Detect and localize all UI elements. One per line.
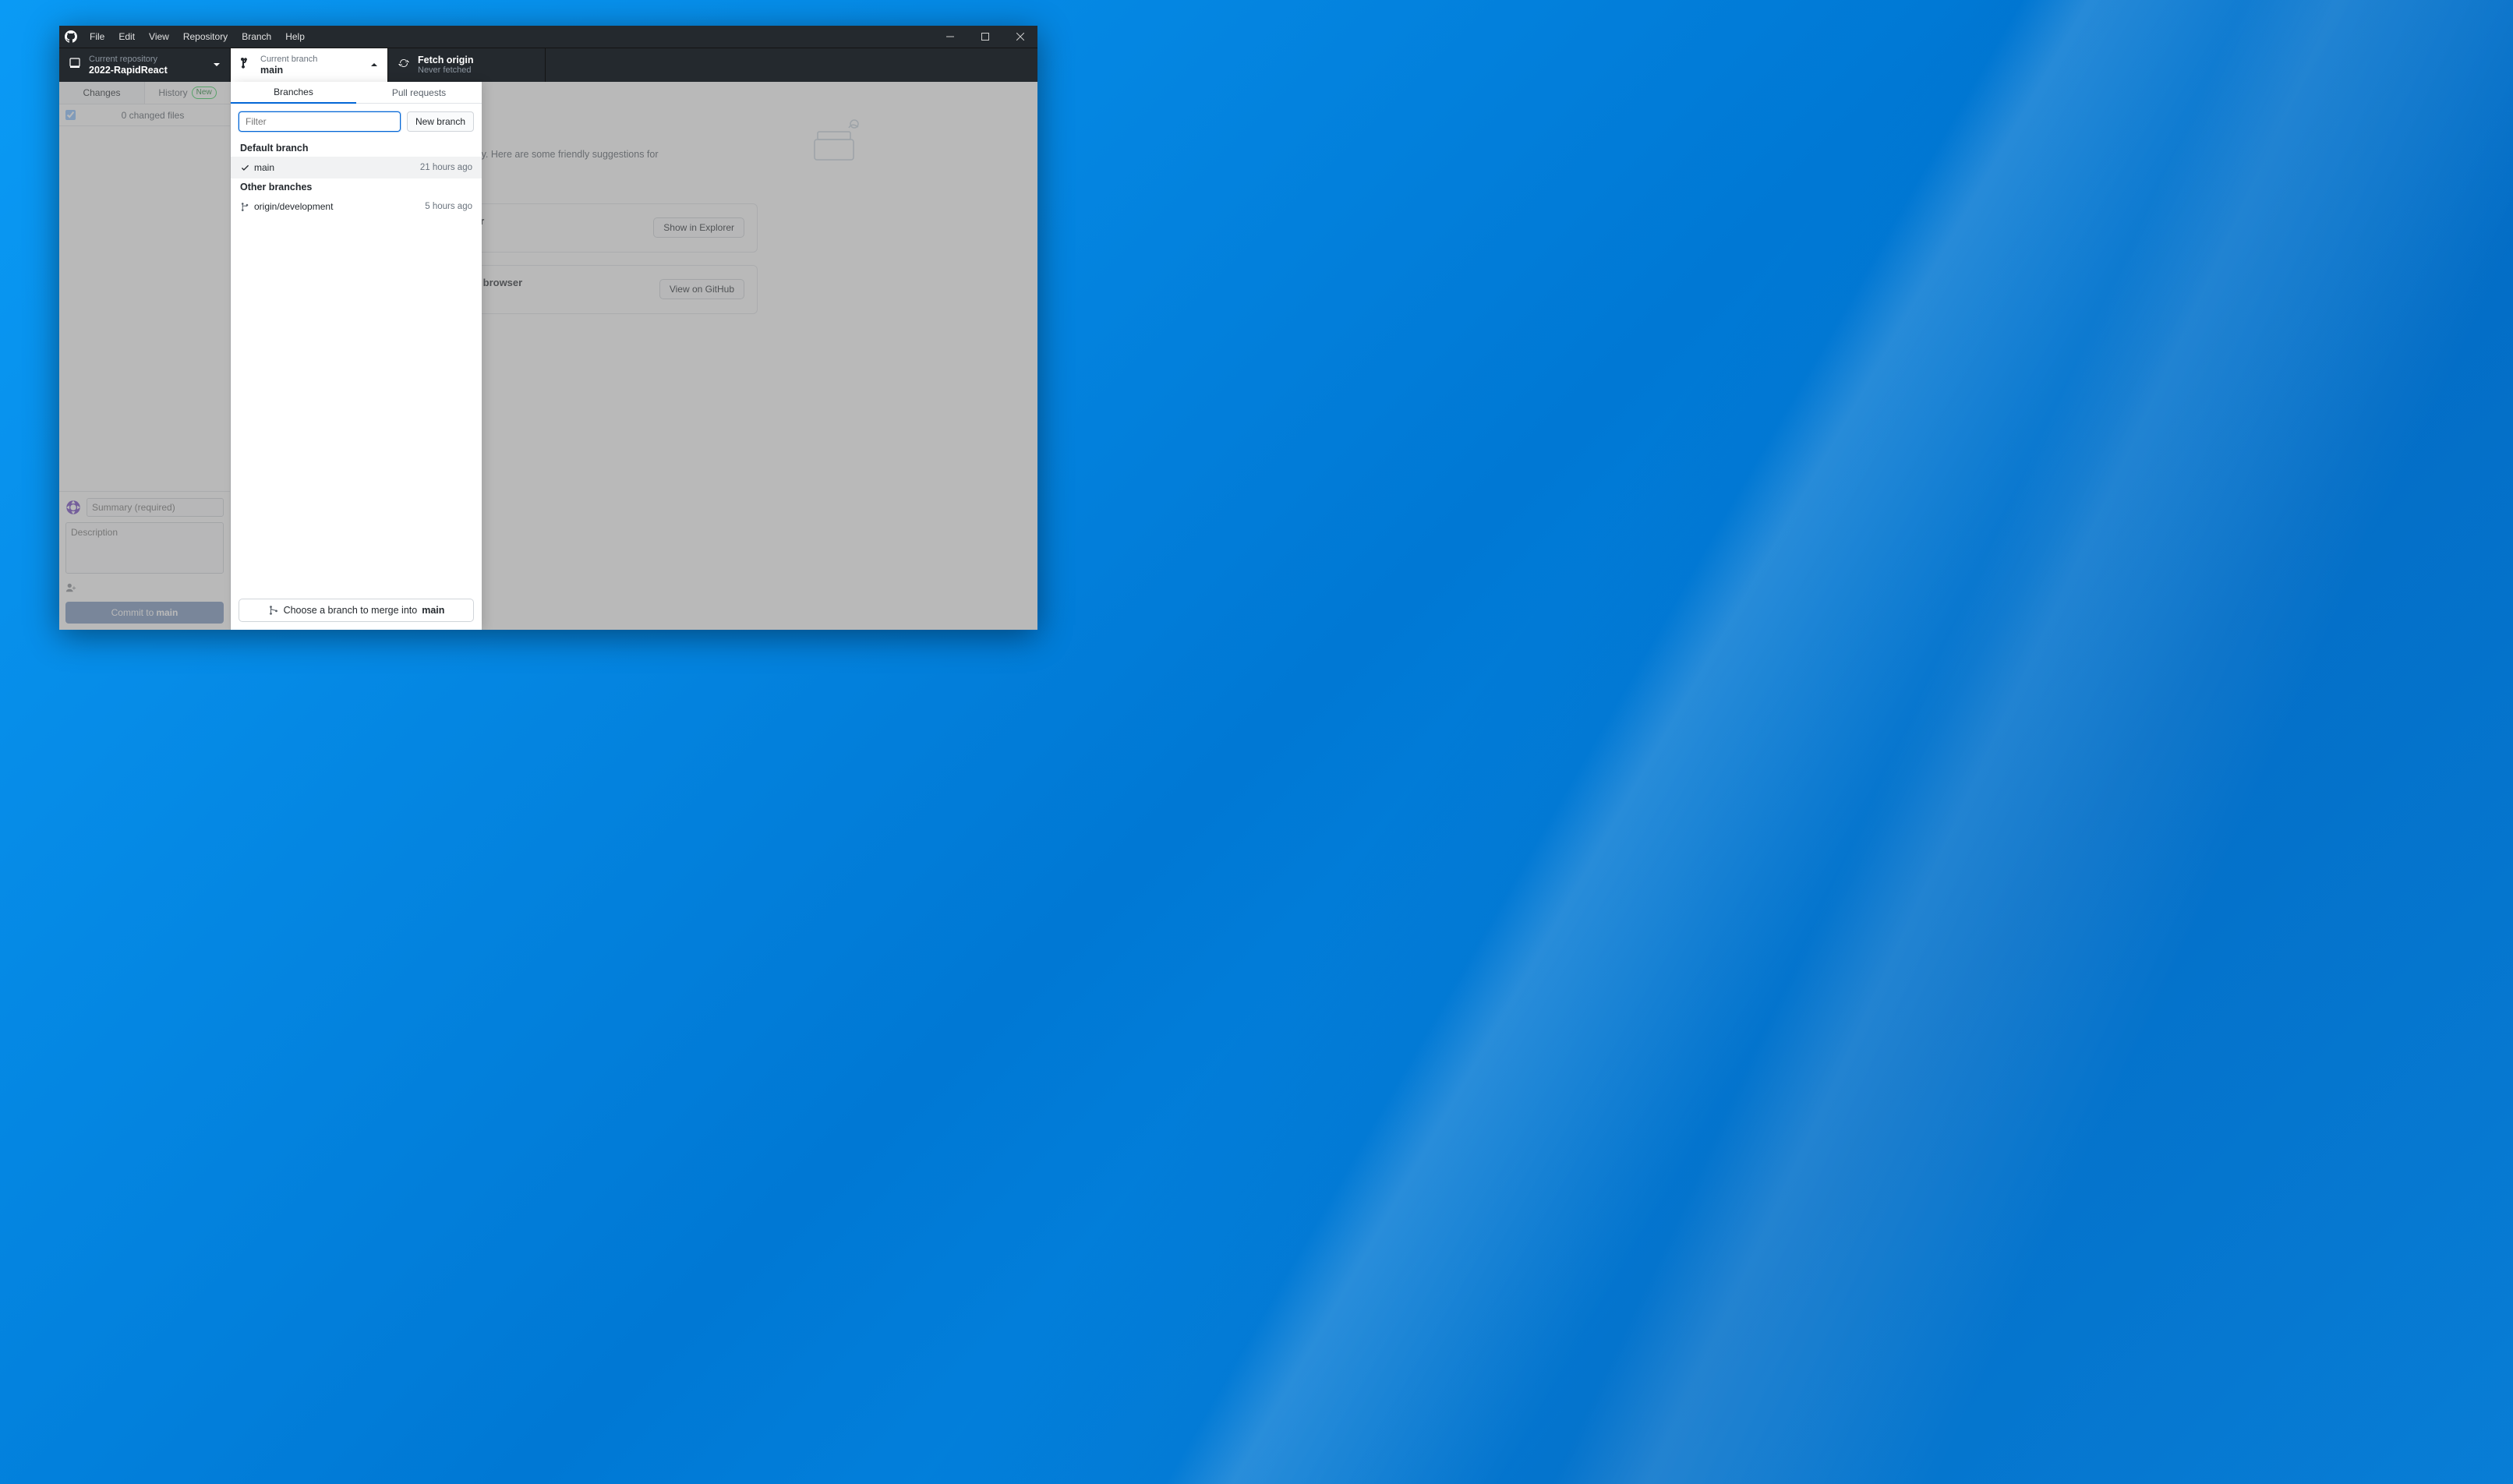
titlebar: File Edit View Repository Branch Help (59, 26, 1037, 48)
chevron-down-icon (213, 58, 221, 72)
window-controls (932, 26, 1037, 48)
select-all-checkbox[interactable] (65, 110, 76, 120)
commit-button-branch: main (156, 607, 178, 618)
minimize-button[interactable] (932, 26, 967, 48)
menu-branch[interactable]: Branch (235, 26, 278, 48)
tab-history-label: History (158, 87, 187, 98)
branch-name: main (260, 65, 317, 76)
fetch-origin-button[interactable]: Fetch origin Never fetched (388, 48, 546, 82)
tab-branches[interactable]: Branches (231, 82, 356, 104)
branch-dropdown: Branches Pull requests New branch Defaul… (231, 82, 482, 630)
tab-changes[interactable]: Changes (59, 82, 145, 104)
commit-button[interactable]: Commit to main (65, 602, 224, 624)
menu-view[interactable]: View (142, 26, 176, 48)
description-input[interactable] (65, 522, 224, 574)
tab-history[interactable]: History New (145, 82, 230, 104)
tab-pull-requests[interactable]: Pull requests (356, 82, 482, 103)
branch-time-main: 21 hours ago (420, 163, 472, 172)
branch-popup-tabs: Branches Pull requests (231, 82, 482, 104)
branch-item-main[interactable]: main 21 hours ago (231, 157, 482, 178)
sync-icon (398, 57, 410, 73)
current-branch-selector[interactable]: Current branch main (231, 48, 388, 82)
repo-name: 2022-RapidReact (89, 65, 168, 76)
repo-label: Current repository (89, 55, 168, 65)
toolbar: Current repository 2022-RapidReact Curre… (59, 48, 1037, 82)
fetch-sub: Never fetched (418, 65, 474, 76)
commit-form: Commit to main (59, 491, 230, 630)
changed-files-count: 0 changed files (82, 110, 224, 121)
fetch-label: Fetch origin (418, 55, 474, 65)
changed-files-row: 0 changed files (59, 104, 230, 126)
tab-changes-label: Changes (83, 87, 120, 98)
avatar-icon (65, 500, 81, 515)
check-icon (240, 163, 254, 173)
branch-label: Current branch (260, 55, 317, 65)
git-branch-icon (240, 202, 254, 212)
show-in-explorer-button[interactable]: Show in Explorer (653, 217, 744, 238)
merge-button-prefix: Choose a branch to merge into (284, 605, 418, 616)
branch-item-origin-development[interactable]: origin/development 5 hours ago (231, 196, 482, 217)
branch-time-dev: 5 hours ago (425, 202, 472, 211)
default-branch-label: Default branch (231, 140, 482, 157)
menu-repository[interactable]: Repository (176, 26, 235, 48)
summary-input[interactable] (87, 498, 224, 517)
other-branches-label: Other branches (231, 178, 482, 196)
menu-file[interactable]: File (83, 26, 111, 48)
close-button[interactable] (1002, 26, 1037, 48)
current-repository-selector[interactable]: Current repository 2022-RapidReact (59, 48, 231, 82)
new-branch-button[interactable]: New branch (407, 111, 474, 132)
app-body: Changes History New 0 changed files (59, 82, 1037, 630)
no-changes-illustration-icon (811, 116, 866, 163)
sidebar: Changes History New 0 changed files (59, 82, 231, 630)
new-badge: New (192, 87, 217, 99)
chevron-up-icon (370, 58, 378, 72)
branch-name-dev: origin/development (254, 201, 425, 212)
menu-bar: File Edit View Repository Branch Help (83, 26, 312, 48)
commit-button-prefix: Commit to (111, 607, 154, 618)
git-merge-icon (268, 605, 279, 616)
github-logo-icon (59, 30, 83, 43)
merge-branch-button[interactable]: Choose a branch to merge into main (239, 599, 474, 622)
menu-help[interactable]: Help (278, 26, 312, 48)
app-window: File Edit View Repository Branch Help Cu… (59, 26, 1037, 630)
branch-filter-input[interactable] (239, 111, 401, 132)
menu-edit[interactable]: Edit (111, 26, 142, 48)
maximize-button[interactable] (967, 26, 1002, 48)
branch-name-main: main (254, 162, 420, 173)
view-on-github-button[interactable]: View on GitHub (659, 279, 744, 299)
sidebar-tabs: Changes History New (59, 82, 230, 104)
merge-button-branch: main (422, 605, 444, 616)
repo-icon (69, 57, 81, 73)
add-coauthor-button[interactable] (65, 579, 224, 596)
git-branch-icon (240, 57, 253, 73)
